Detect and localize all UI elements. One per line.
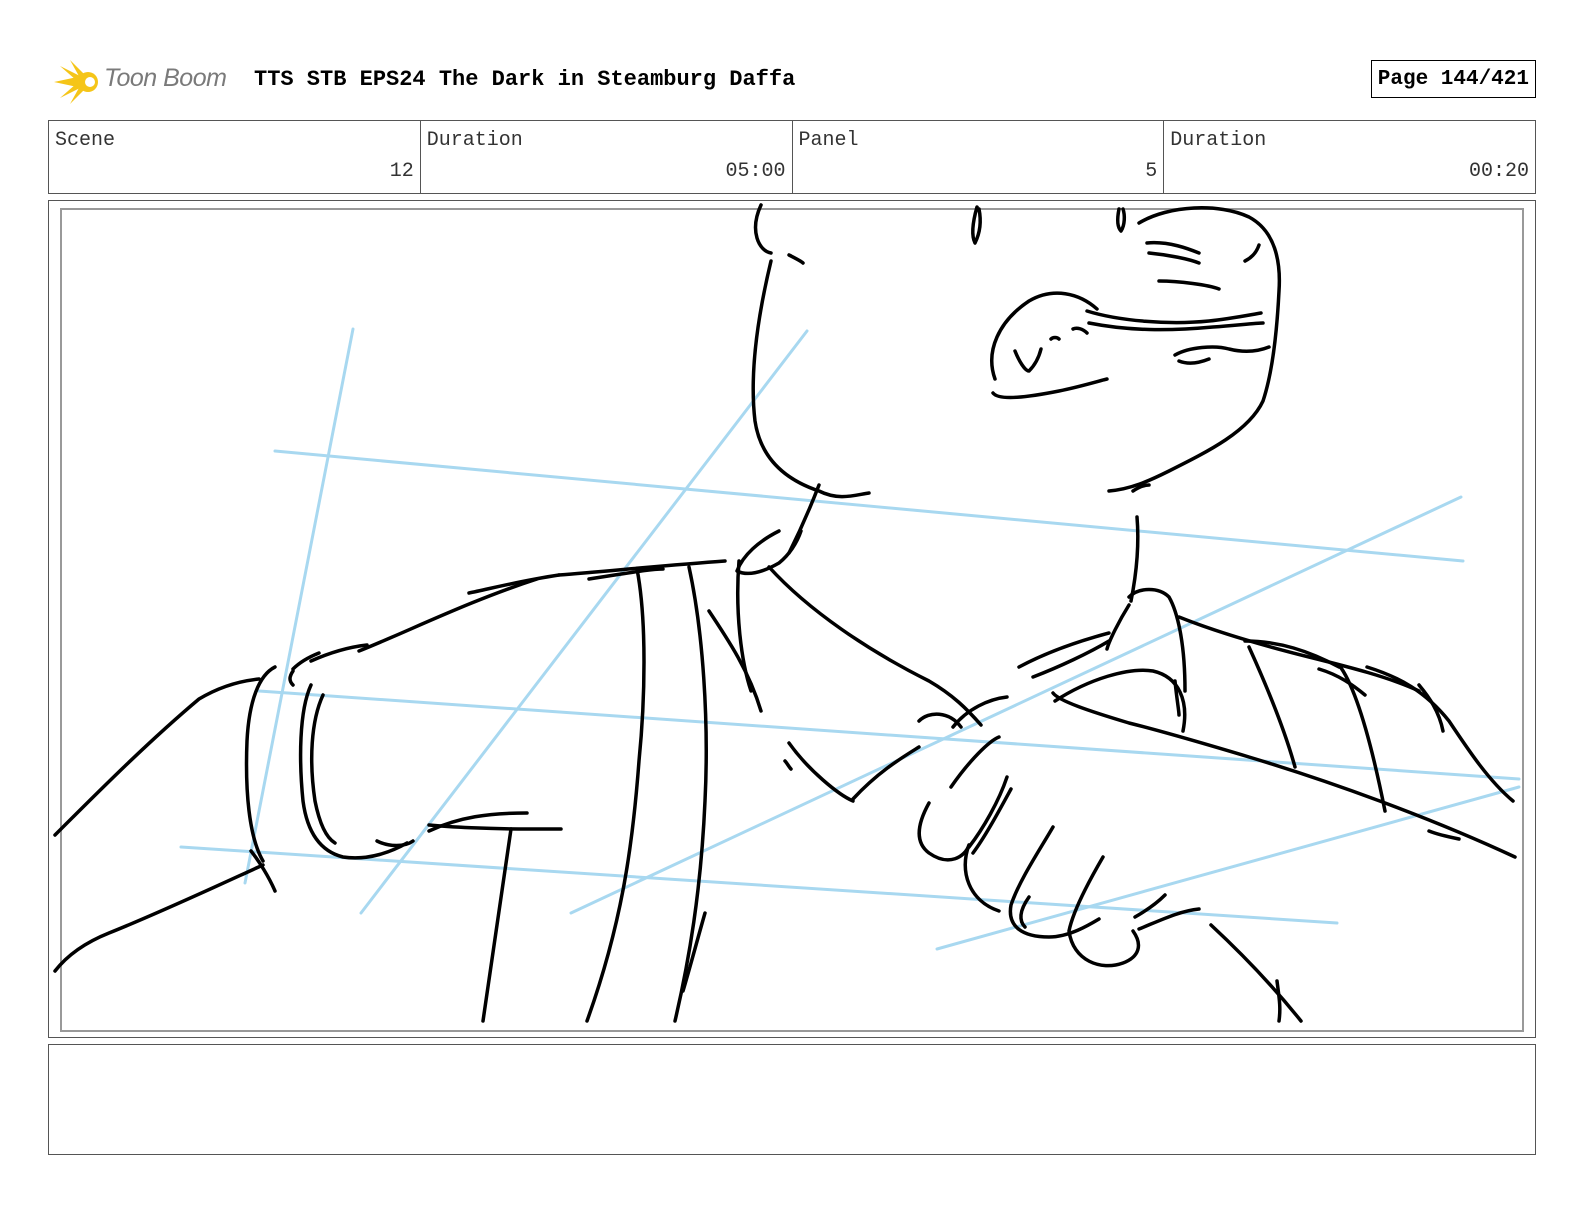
panel-duration-label: Duration [1170,129,1267,152]
scene-info-row: Scene 12 Duration 05:00 Panel 5 Duration… [48,120,1536,194]
storyboard-sketch [53,203,1524,1032]
page-indicator: Page 144/421 [1370,60,1536,98]
panel-cell: Panel 5 [793,121,1165,193]
scene-duration-cell: Duration 05:00 [421,121,793,193]
panel-label: Panel [798,129,859,152]
scene-cell: Scene 12 [49,121,421,193]
scene-duration-value: 05:00 [725,160,786,183]
panel-notes-box [48,1044,1536,1155]
construction-lines [179,327,1521,951]
ink-lines [53,203,1517,1023]
toon-boom-logo-icon [54,60,98,104]
panel-duration-cell: Duration 00:20 [1164,121,1535,193]
logo-text: Toon Boom [104,64,227,92]
scene-duration-label: Duration [426,129,523,152]
scene-label: Scene [55,129,116,152]
document-title: TTS STB EPS24 The Dark in Steamburg Daff… [254,67,796,92]
panel-value: 5 [1145,160,1158,183]
scene-value: 12 [389,160,414,183]
page-header: Toon Boom TTS STB EPS24 The Dark in Stea… [48,56,1536,106]
panel-duration-value: 00:20 [1468,160,1529,183]
storyboard-panel [48,200,1536,1038]
toon-boom-logo: Toon Boom [48,56,238,106]
